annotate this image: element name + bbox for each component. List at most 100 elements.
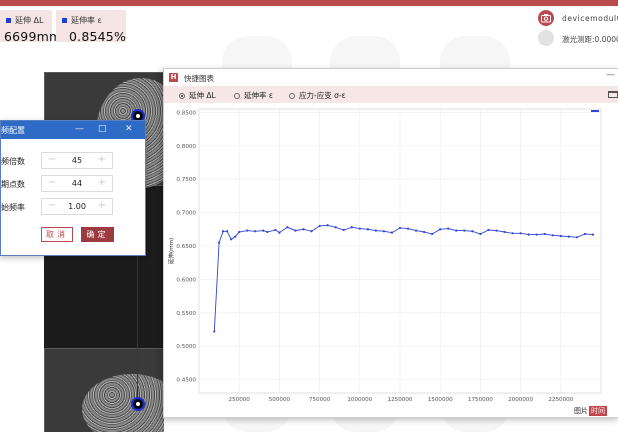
data-point bbox=[439, 228, 442, 231]
y-tick-label: 0.7000 bbox=[176, 211, 196, 217]
radio-unselected-icon bbox=[289, 93, 295, 99]
minimize-icon[interactable]: — bbox=[75, 124, 84, 134]
data-point bbox=[511, 232, 514, 235]
period-points-stepper[interactable]: − 44 + bbox=[41, 175, 113, 192]
x-tick-label: 250000 bbox=[229, 397, 251, 403]
app-top-bar bbox=[0, 0, 618, 6]
data-point bbox=[447, 227, 450, 230]
radio-stress-strain[interactable]: 应力-应变 σ-ε bbox=[289, 90, 346, 101]
y-tick-label: 0.5000 bbox=[176, 344, 196, 350]
y-tick-label: 0.6000 bbox=[176, 277, 196, 283]
data-point bbox=[535, 233, 538, 236]
lower-marker-icon[interactable] bbox=[131, 397, 145, 411]
data-point bbox=[487, 228, 490, 232]
legend-marker-icon bbox=[591, 110, 599, 112]
chart-window-title-bar[interactable]: H 快捷图表 — bbox=[164, 69, 618, 86]
data-point bbox=[431, 232, 434, 236]
multiplier-stepper[interactable]: − 45 + bbox=[41, 152, 113, 169]
camera-icon[interactable] bbox=[538, 10, 554, 26]
data-point bbox=[350, 226, 353, 229]
folder-icon[interactable] bbox=[608, 91, 618, 98]
x-tick-label: 2000000 bbox=[508, 397, 533, 403]
radio-label: 延伸率 ε bbox=[244, 91, 273, 100]
y-tick-label: 0.4500 bbox=[176, 378, 196, 384]
data-point bbox=[559, 234, 562, 238]
data-point bbox=[471, 230, 474, 233]
increment-icon[interactable]: + bbox=[98, 200, 106, 211]
series-square-icon bbox=[62, 18, 67, 23]
data-point bbox=[230, 238, 233, 241]
maximize-icon[interactable]: □ bbox=[98, 124, 107, 134]
start-frequency-stepper[interactable]: − 1.00 + bbox=[41, 198, 113, 215]
elongation-chart[interactable]: 0.4500 0.5000 0.5500 0.6000 0.6500 0.7000 0.75… bbox=[164, 103, 618, 403]
data-point bbox=[226, 230, 229, 233]
start-frequency-label: 始频率 bbox=[1, 203, 25, 212]
data-point bbox=[527, 233, 530, 236]
x-tick-label: 1000000 bbox=[347, 397, 372, 403]
frequency-config-dialog: 频配置 — □ ✕ 频倍数 − 45 + 期点数 − 44 + 始频率 − 1.… bbox=[0, 120, 146, 256]
y-tick-label: 0.6500 bbox=[176, 244, 196, 250]
chart-window: H 快捷图表 — 延伸 ΔL 延伸率 ε 应力-应变 σ-ε 0.4500 0.5… bbox=[163, 68, 618, 418]
minimize-icon[interactable]: — bbox=[606, 70, 615, 80]
x-tick-label: 500000 bbox=[269, 397, 291, 403]
increment-icon[interactable]: + bbox=[98, 154, 106, 165]
data-point bbox=[503, 230, 506, 234]
tab-image[interactable]: 图片 bbox=[572, 406, 590, 416]
elongation-label: 延伸 ΔL bbox=[15, 16, 44, 25]
elongation-rate-value: 0.8545% bbox=[69, 29, 127, 44]
elongation-rate-card: 延伸率 ε 0.8545% bbox=[56, 10, 127, 44]
data-point bbox=[358, 227, 361, 230]
data-point bbox=[326, 224, 329, 227]
elongation-value: 6699mm bbox=[4, 29, 62, 44]
data-point bbox=[366, 228, 369, 231]
close-icon[interactable]: ✕ bbox=[125, 124, 133, 134]
data-point bbox=[262, 229, 265, 232]
radio-selected-icon bbox=[179, 93, 185, 99]
increment-icon[interactable]: + bbox=[98, 177, 106, 188]
data-point bbox=[543, 232, 546, 236]
y-axis-label: 延伸(mm) bbox=[167, 238, 175, 264]
data-point bbox=[374, 229, 377, 232]
multiplier-label: 频倍数 bbox=[1, 157, 25, 166]
data-point bbox=[222, 230, 225, 233]
laser-status-icon bbox=[538, 30, 554, 46]
x-tick-label: 750000 bbox=[309, 397, 331, 403]
data-point bbox=[406, 227, 410, 230]
cancel-button[interactable]: 取消 bbox=[41, 227, 73, 242]
series-square-icon bbox=[6, 18, 11, 23]
dialog-title: 频配置 bbox=[1, 126, 25, 135]
data-point bbox=[254, 230, 257, 233]
data-point bbox=[583, 232, 587, 236]
laser-distance: 激光测距:0.0000 bbox=[562, 35, 618, 44]
data-point bbox=[463, 229, 466, 232]
elongation-rate-label-wrap: 延伸率 ε bbox=[62, 15, 102, 26]
radio-elongation[interactable]: 延伸 ΔL bbox=[179, 90, 216, 101]
data-point bbox=[334, 226, 337, 229]
data-point bbox=[318, 224, 321, 228]
data-point bbox=[246, 229, 249, 232]
period-points-row: 期点数 − 44 + bbox=[1, 175, 145, 193]
elongation-rate-label: 延伸率 ε bbox=[71, 16, 102, 25]
data-point bbox=[278, 231, 281, 234]
data-point bbox=[455, 229, 458, 232]
start-frequency-row: 始频率 − 1.00 + bbox=[1, 198, 145, 216]
data-point bbox=[218, 241, 221, 244]
y-tick-label: 0.8500 bbox=[176, 110, 196, 116]
device-name: devicemodul0006 bbox=[562, 14, 618, 23]
tab-time[interactable]: 时间 bbox=[589, 406, 607, 416]
data-point bbox=[551, 234, 554, 237]
data-point bbox=[302, 228, 305, 231]
data-point bbox=[398, 226, 402, 230]
x-tick-label: 1500000 bbox=[428, 397, 453, 403]
radio-elongation-rate[interactable]: 延伸率 ε bbox=[234, 90, 273, 101]
data-point bbox=[591, 233, 595, 236]
data-point bbox=[238, 230, 241, 234]
data-point bbox=[310, 230, 313, 233]
dialog-title-bar[interactable]: 频配置 — □ ✕ bbox=[1, 121, 145, 139]
confirm-button[interactable]: 确定 bbox=[81, 227, 114, 242]
data-point bbox=[234, 235, 237, 238]
data-point bbox=[495, 229, 498, 232]
radio-unselected-icon bbox=[234, 93, 240, 99]
chart-window-title: 快捷图表 bbox=[184, 74, 214, 83]
data-point bbox=[519, 232, 522, 235]
